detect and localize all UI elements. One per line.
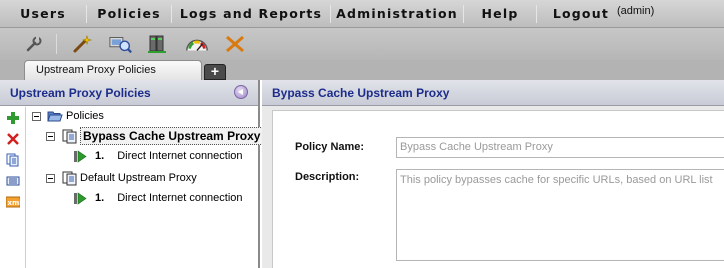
- tab-upstream-proxy-policies[interactable]: Upstream Proxy Policies: [24, 60, 202, 80]
- copy-icon[interactable]: [6, 153, 20, 167]
- open-folder-icon: [47, 109, 63, 123]
- xml-icon[interactable]: xml: [6, 195, 20, 209]
- tree-node-label-selected: Bypass Cache Upstream Proxy: [80, 127, 264, 145]
- policy-detail-panel: Bypass Cache Upstream Proxy Policy Name:…: [262, 80, 724, 268]
- tab-strip: Upstream Proxy Policies +: [0, 60, 724, 80]
- policy-tree-panel: Upstream Proxy Policies xml: [0, 80, 264, 268]
- tree-node-label: Default Upstream Proxy: [80, 172, 197, 184]
- policy-tree-header: Upstream Proxy Policies: [0, 80, 258, 106]
- menu-policies[interactable]: Policies: [87, 0, 171, 28]
- description-field[interactable]: This policy bypasses cache for specific …: [396, 169, 724, 261]
- menu-help[interactable]: Help: [464, 0, 536, 28]
- main-toolbar: [0, 28, 724, 60]
- servers-icon[interactable]: [147, 33, 171, 55]
- app-window: Users Policies Logs and Reports Administ…: [0, 0, 724, 268]
- rule-number: 1.: [95, 150, 105, 162]
- description-label: Description:: [295, 171, 360, 183]
- collapse-expander-icon[interactable]: [46, 173, 55, 183]
- policy-form: Policy Name: Bypass Cache Upstream Proxy…: [272, 110, 724, 268]
- gauge-icon[interactable]: [185, 33, 209, 55]
- add-tab-button[interactable]: +: [204, 64, 226, 80]
- rule-number: 1.: [95, 192, 105, 204]
- policy-document-icon: [61, 129, 77, 143]
- menu-users[interactable]: Users: [0, 0, 86, 28]
- main-menu-bar: Users Policies Logs and Reports Administ…: [0, 0, 724, 28]
- rule-label: Direct Internet connection: [117, 192, 243, 204]
- panel-title: Upstream Proxy Policies: [10, 86, 151, 100]
- current-user-badge: (admin): [617, 4, 655, 17]
- search-computer-icon[interactable]: [109, 33, 133, 55]
- menu-administration[interactable]: Administration: [331, 0, 463, 28]
- tree-policy-item[interactable]: Bypass Cache Upstream Proxy: [46, 126, 264, 146]
- svg-text:xml: xml: [8, 199, 21, 207]
- rule-label: Direct Internet connection: [117, 150, 243, 162]
- tree-node-label: Policies: [66, 110, 104, 122]
- toolbar-divider: [56, 34, 57, 54]
- collapse-expander-icon[interactable]: [46, 131, 55, 141]
- tree-rule-item[interactable]: 1. Direct Internet connection: [72, 146, 243, 166]
- side-toolbar: xml: [0, 107, 26, 268]
- policy-detail-header: Bypass Cache Upstream Proxy: [262, 80, 724, 106]
- wrench-icon[interactable]: [22, 33, 46, 55]
- menu-logs-and-reports[interactable]: Logs and Reports: [172, 0, 330, 28]
- policy-document-icon: [61, 171, 77, 185]
- menu-logout[interactable]: Logout: [537, 0, 609, 28]
- tree-rule-item[interactable]: 1. Direct Internet connection: [72, 188, 243, 208]
- arrows-icon[interactable]: [223, 33, 247, 55]
- green-arrow-icon: [72, 191, 88, 205]
- collapse-panel-icon[interactable]: [234, 85, 248, 99]
- tree-policy-item[interactable]: Default Upstream Proxy: [46, 168, 197, 188]
- green-arrow-icon: [72, 149, 88, 163]
- delete-icon[interactable]: [6, 132, 20, 146]
- add-icon[interactable]: [6, 111, 20, 125]
- tree-root-policies[interactable]: Policies: [32, 106, 104, 126]
- policy-name-label: Policy Name:: [295, 141, 365, 153]
- magic-wand-icon[interactable]: [71, 33, 95, 55]
- collapse-expander-icon[interactable]: [32, 111, 41, 121]
- list-icon[interactable]: [6, 174, 20, 188]
- policy-name-field[interactable]: Bypass Cache Upstream Proxy: [396, 137, 724, 158]
